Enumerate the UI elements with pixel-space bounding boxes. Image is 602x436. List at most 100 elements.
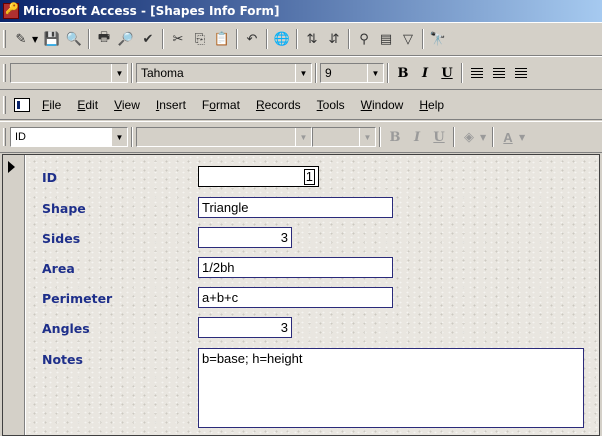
view-icon[interactable]: ✎	[10, 28, 32, 50]
menu-bar: File Edit View Insert Format Records Too…	[0, 90, 602, 120]
record-selector[interactable]	[3, 155, 25, 435]
notes-field[interactable]: b=base; h=height	[198, 348, 584, 428]
sides-label: Sides	[42, 231, 81, 246]
format-size-combo[interactable]: ▼	[312, 127, 376, 147]
form-detail-section: ID 1 Shape Triangle Sides 3 Area 1/2bh P…	[26, 155, 599, 435]
chevron-down-icon[interactable]: ▼	[295, 128, 311, 146]
font-size-combo[interactable]: 9 ▼	[320, 63, 384, 83]
undo-icon[interactable]: ↶	[241, 28, 263, 50]
toolbar-grip[interactable]	[3, 30, 6, 48]
menu-format[interactable]: Format	[194, 98, 248, 112]
menu-grip[interactable]	[3, 95, 6, 114]
toolbar-separator	[131, 127, 133, 147]
file-search-icon[interactable]: 🔍	[63, 28, 85, 50]
formatting-toolbar: ID ▼ ▼ ▼ B I U ◈ ▼ A ▼	[0, 121, 602, 153]
font-color-dropdown-icon[interactable]: ▼	[519, 133, 528, 142]
save-icon[interactable]: 💾	[41, 28, 63, 50]
area-field[interactable]: 1/2bh	[198, 257, 393, 278]
filter-by-form-icon[interactable]: ▤	[375, 28, 397, 50]
find-icon[interactable]: 🔭	[427, 28, 449, 50]
toolbar-grip[interactable]	[3, 64, 6, 82]
menu-view[interactable]: View	[106, 98, 148, 112]
toolbar-separator	[266, 29, 268, 49]
format-italic-button[interactable]: I	[406, 126, 428, 148]
chevron-down-icon[interactable]: ▼	[367, 64, 383, 82]
font-name-value: Tahoma	[141, 66, 184, 80]
toolbar-separator	[88, 29, 90, 49]
cut-icon[interactable]: ✂	[167, 28, 189, 50]
align-left-icon[interactable]	[466, 62, 488, 84]
toolbar-separator	[162, 29, 164, 49]
toolbar-separator	[461, 63, 463, 83]
sort-descending-icon[interactable]: ⇵	[323, 28, 345, 50]
filter-by-selection-icon[interactable]: ⚲	[353, 28, 375, 50]
object-combo[interactable]: ID ▼	[10, 127, 128, 147]
angles-label: Angles	[42, 321, 90, 336]
menu-edit[interactable]: Edit	[69, 98, 106, 112]
chevron-down-icon[interactable]: ▼	[359, 128, 375, 146]
fill-color-icon[interactable]: ◈	[458, 126, 480, 148]
title-bar: Microsoft Access - [Shapes Info Form]	[0, 0, 602, 22]
shape-label: Shape	[42, 201, 86, 216]
area-label: Area	[42, 261, 75, 276]
form-window: ID 1 Shape Triangle Sides 3 Area 1/2bh P…	[2, 154, 600, 436]
chevron-down-icon[interactable]: ▼	[295, 64, 311, 82]
toolbar-separator	[492, 127, 494, 147]
perimeter-label: Perimeter	[42, 291, 113, 306]
toolbar-separator	[131, 63, 133, 83]
apply-filter-icon[interactable]: ▽	[397, 28, 419, 50]
toolbar-separator	[379, 127, 381, 147]
align-right-icon[interactable]	[510, 62, 532, 84]
toolbar-grip[interactable]	[3, 128, 6, 146]
toolbar-separator	[422, 29, 424, 49]
sort-ascending-icon[interactable]: ⇅	[301, 28, 323, 50]
toolbar-separator	[453, 127, 455, 147]
print-preview-icon[interactable]: 🔎	[115, 28, 137, 50]
bold-button[interactable]: B	[392, 62, 414, 84]
font-size-value: 9	[325, 66, 332, 80]
toolbar-separator	[315, 63, 317, 83]
format-font-combo[interactable]: ▼	[136, 127, 312, 147]
style-combo[interactable]: ▼	[10, 63, 128, 83]
chevron-down-icon[interactable]: ▼	[111, 128, 127, 146]
print-icon[interactable]: 🖶	[93, 28, 115, 50]
toolbar-separator	[348, 29, 350, 49]
database-toolbar: ✎ ▼ 💾 🔍 🖶 🔎 ✔ ✂ ⎘ 📋 ↶ 🌐 ⇅ ⇵ ⚲ ▤ ▽ 🔭	[0, 22, 602, 56]
chevron-down-icon[interactable]: ▼	[111, 64, 127, 82]
menu-help[interactable]: Help	[411, 98, 452, 112]
id-label: ID	[42, 170, 58, 185]
underline-button[interactable]: U	[436, 62, 458, 84]
perimeter-field[interactable]: a+b+c	[198, 287, 393, 308]
fill-color-dropdown-icon[interactable]: ▼	[480, 133, 489, 142]
spelling-icon[interactable]: ✔	[137, 28, 159, 50]
toolbar-separator	[387, 63, 389, 83]
paste-icon[interactable]: 📋	[211, 28, 233, 50]
angles-field[interactable]: 3	[198, 317, 292, 338]
toolbar-separator	[236, 29, 238, 49]
menu-file[interactable]: File	[34, 98, 69, 112]
id-field[interactable]: 1	[198, 166, 319, 187]
window-title: Microsoft Access - [Shapes Info Form]	[23, 4, 280, 18]
object-combo-value: ID	[15, 131, 26, 143]
font-toolbar: ▼ Tahoma ▼ 9 ▼ B I U	[0, 56, 602, 90]
format-underline-button[interactable]: U	[428, 126, 450, 148]
format-bold-button[interactable]: B	[384, 126, 406, 148]
menu-insert[interactable]: Insert	[148, 98, 194, 112]
align-center-icon[interactable]	[488, 62, 510, 84]
font-color-button[interactable]: A	[497, 126, 519, 148]
sides-field[interactable]: 3	[198, 227, 292, 248]
italic-button[interactable]: I	[414, 62, 436, 84]
shape-field[interactable]: Triangle	[198, 197, 393, 218]
view-dropdown-icon[interactable]: ▼	[32, 35, 41, 44]
menu-tools[interactable]: Tools	[309, 98, 353, 112]
id-value: 1	[303, 169, 315, 185]
access-app-icon[interactable]	[3, 2, 19, 19]
copy-icon[interactable]: ⎘	[189, 28, 211, 50]
menu-window[interactable]: Window	[353, 98, 412, 112]
insert-hyperlink-icon[interactable]: 🌐	[271, 28, 293, 50]
font-name-combo[interactable]: Tahoma ▼	[136, 63, 312, 83]
toolbar-separator	[296, 29, 298, 49]
font-color-label: A	[503, 129, 513, 145]
form-window-icon[interactable]	[14, 97, 30, 112]
menu-records[interactable]: Records	[248, 98, 309, 112]
